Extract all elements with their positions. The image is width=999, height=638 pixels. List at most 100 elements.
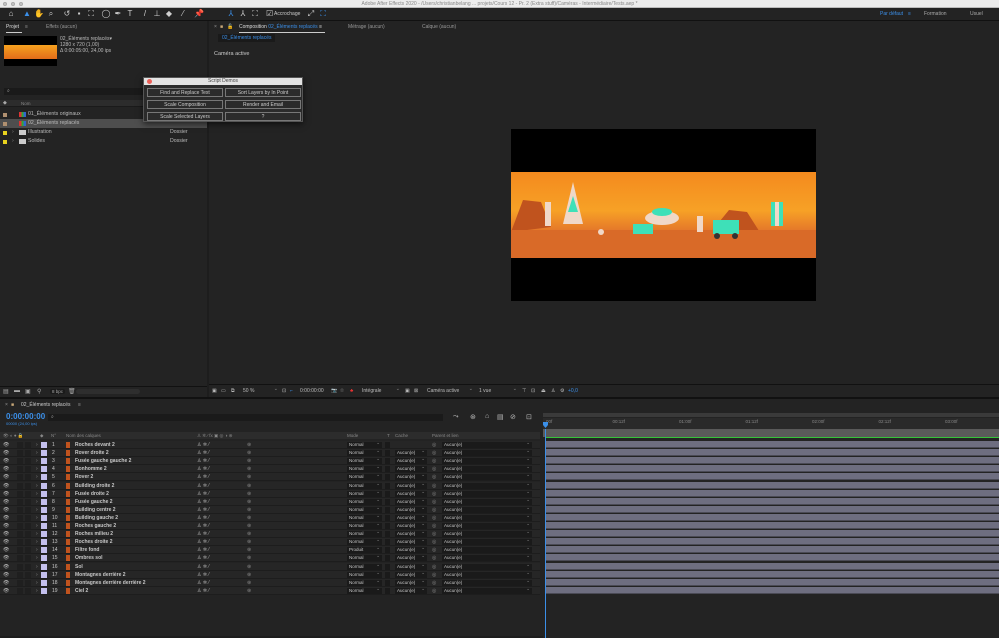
lock-switch[interactable] bbox=[25, 466, 31, 473]
preserve-transparency-toggle[interactable] bbox=[385, 506, 390, 513]
preserve-transparency-toggle[interactable] bbox=[385, 587, 390, 594]
layer-switches[interactable]: ♙ ✲ ⁄ bbox=[197, 571, 209, 579]
eye-icon[interactable]: 👁 bbox=[3, 571, 9, 579]
solo-switch[interactable] bbox=[17, 571, 23, 578]
layer-switches[interactable]: ♙ ✲ ⁄ bbox=[197, 514, 209, 522]
preserve-transparency-toggle[interactable] bbox=[385, 579, 390, 586]
eye-icon[interactable]: 👁 bbox=[3, 441, 9, 449]
layer-duration-bar[interactable] bbox=[545, 473, 999, 481]
solo-switch[interactable] bbox=[17, 523, 23, 529]
work-area-bar[interactable] bbox=[543, 429, 999, 437]
current-time-display[interactable]: 0:00:00:00 bbox=[300, 388, 324, 394]
layer-switches[interactable]: ♙ ✲ ⁄ bbox=[197, 522, 209, 530]
comp-canvas[interactable] bbox=[511, 129, 816, 301]
eye-icon[interactable]: 👁 bbox=[3, 490, 9, 498]
parent-dropdown[interactable]: Aucun(e) bbox=[442, 456, 532, 465]
layer-label-color[interactable] bbox=[41, 563, 47, 570]
selection-tool-icon[interactable]: ▲ bbox=[22, 9, 32, 19]
parent-dropdown[interactable]: Aucun(e) bbox=[442, 505, 532, 513]
pickwhip-icon[interactable]: ◎ bbox=[432, 490, 436, 498]
preserve-transparency-toggle[interactable] bbox=[385, 442, 390, 448]
eye-icon[interactable]: 👁 bbox=[3, 457, 9, 465]
close-tab-icon[interactable]: × bbox=[214, 24, 217, 30]
expand-chevron-icon[interactable]: › bbox=[36, 587, 38, 595]
parent-dropdown[interactable]: Aucun(e) bbox=[442, 513, 532, 521]
layer-duration-bar[interactable] bbox=[545, 449, 999, 457]
motion-blur-icon[interactable]: ⊘ bbox=[510, 413, 516, 421]
pickwhip-icon[interactable]: ◎ bbox=[432, 506, 436, 514]
parent-dropdown[interactable]: Aucun(e) bbox=[442, 472, 532, 481]
brush-tool-icon[interactable]: / bbox=[140, 9, 150, 19]
transparency-grid-icon[interactable]: ⊠ bbox=[414, 388, 418, 394]
pickwhip-icon[interactable]: ◎ bbox=[432, 530, 436, 538]
pen-tool-icon[interactable]: ✒ bbox=[113, 9, 123, 19]
solo-switch[interactable] bbox=[17, 490, 23, 497]
lock-switch[interactable] bbox=[25, 547, 31, 554]
layer-row[interactable]: 👁 › 10 Building gauche 2 ♙ ✲ ⁄ ⊛ Normal Aucun(e… bbox=[0, 513, 540, 522]
solo-switch[interactable] bbox=[17, 458, 23, 465]
layer-name[interactable]: Filtre fond bbox=[75, 546, 99, 554]
workspace-default[interactable]: Par défaut bbox=[880, 11, 903, 17]
solo-switch[interactable] bbox=[17, 555, 23, 562]
show-snapshot-icon[interactable]: ⦾ bbox=[340, 388, 344, 394]
layer-name[interactable]: Roches devant 2 bbox=[75, 441, 115, 449]
layer-duration-bar[interactable] bbox=[545, 457, 999, 465]
column-name[interactable]: Nom bbox=[21, 101, 31, 106]
solo-switch[interactable] bbox=[17, 539, 23, 546]
workspace-menu-icon[interactable]: ≡ bbox=[908, 11, 911, 17]
lock-switch[interactable] bbox=[25, 555, 31, 562]
zoom-dropdown[interactable]: 50 % bbox=[243, 386, 280, 394]
track-matte-dropdown[interactable]: Aucun(e) bbox=[395, 529, 427, 538]
lock-switch[interactable] bbox=[25, 450, 31, 457]
comp-breadcrumb[interactable]: 02_Éléments replacés bbox=[218, 34, 276, 42]
layer-label-color[interactable] bbox=[41, 547, 47, 554]
3d-layer-icon[interactable]: ⊛ bbox=[247, 530, 251, 538]
layer-duration-bar[interactable] bbox=[545, 481, 999, 489]
puppet-pin-tool-icon[interactable]: 📌 bbox=[194, 9, 204, 19]
layer-switches[interactable]: ♙ ✲ ⁄ bbox=[197, 490, 209, 498]
solo-switch[interactable] bbox=[17, 506, 23, 513]
column-parent[interactable]: Parent et lien bbox=[432, 432, 459, 439]
preserve-transparency-toggle[interactable] bbox=[385, 482, 390, 489]
pickwhip-icon[interactable]: ◎ bbox=[432, 538, 436, 546]
expand-chevron-icon[interactable]: › bbox=[36, 546, 38, 554]
expand-chevron-icon[interactable]: › bbox=[36, 579, 38, 587]
workspace-formation[interactable]: Formation bbox=[924, 11, 947, 17]
expand-chevron-icon[interactable]: › bbox=[36, 506, 38, 514]
mask-visibility-icon[interactable]: ⌐ bbox=[290, 388, 293, 394]
expand-chevron-icon[interactable]: › bbox=[36, 514, 38, 522]
layer-row[interactable]: 👁 › 2 Rover droite 2 ♙ ✲ ⁄ ⊛ Normal Aucun(e) ◎ Au… bbox=[0, 448, 540, 458]
expand-chevron-icon[interactable]: › bbox=[36, 563, 38, 571]
layer-label-color[interactable] bbox=[41, 474, 47, 481]
layer-search-input[interactable]: ⌕ bbox=[48, 414, 443, 421]
label-color[interactable] bbox=[3, 140, 7, 144]
pickwhip-icon[interactable]: ◎ bbox=[432, 498, 436, 506]
track-matte-dropdown[interactable]: Aucun(e) bbox=[395, 578, 427, 586]
blend-mode-dropdown[interactable]: Normal bbox=[347, 562, 382, 570]
time-navigator[interactable] bbox=[543, 413, 999, 417]
layer-row[interactable]: 👁 › 11 Roches gauche 2 ♙ ✲ ⁄ ⊛ Normal Aucun(e) ◎… bbox=[0, 521, 540, 530]
expand-chevron-icon[interactable]: › bbox=[36, 571, 38, 579]
blend-mode-dropdown[interactable]: Normal bbox=[347, 456, 382, 465]
new-folder-icon[interactable]: ▬ bbox=[14, 388, 20, 394]
parent-dropdown[interactable]: Aucun(e) bbox=[442, 448, 532, 457]
lock-switch[interactable] bbox=[25, 587, 31, 594]
expand-chevron-icon[interactable]: › bbox=[36, 457, 38, 465]
layer-switches[interactable]: ♙ ✲ ⁄ bbox=[197, 457, 209, 465]
help-button[interactable]: ? bbox=[225, 112, 301, 121]
layer-duration-bar[interactable] bbox=[545, 522, 999, 529]
frame-blending-icon[interactable]: ▤ bbox=[497, 413, 504, 421]
expand-chevron-icon[interactable]: › bbox=[36, 522, 38, 530]
eraser-tool-icon[interactable]: ◆ bbox=[164, 9, 174, 19]
blend-mode-dropdown[interactable]: Normal bbox=[347, 497, 382, 505]
view-axis-icon[interactable]: ⛶ bbox=[250, 9, 260, 19]
3d-layer-icon[interactable]: ⊛ bbox=[247, 522, 251, 530]
monitor-icon[interactable]: ▭ bbox=[221, 388, 226, 394]
clone-stamp-tool-icon[interactable]: ⊥ bbox=[152, 9, 162, 19]
layer-row[interactable]: 👁 › 16 Sol ♙ ✲ ⁄ ⊛ Normal Aucun(e) ◎ Aucun(e) bbox=[0, 562, 540, 571]
pickwhip-icon[interactable]: ◎ bbox=[432, 514, 436, 522]
layer-row[interactable]: 👁 › 8 Fusée gauche 2 ♙ ✲ ⁄ ⊛ Normal Aucun(e) ◎ Au… bbox=[0, 497, 540, 506]
layer-switches[interactable]: ♙ ✲ ⁄ bbox=[197, 465, 209, 473]
solo-switch[interactable] bbox=[17, 563, 23, 570]
eye-icon[interactable]: 👁 bbox=[3, 473, 9, 481]
